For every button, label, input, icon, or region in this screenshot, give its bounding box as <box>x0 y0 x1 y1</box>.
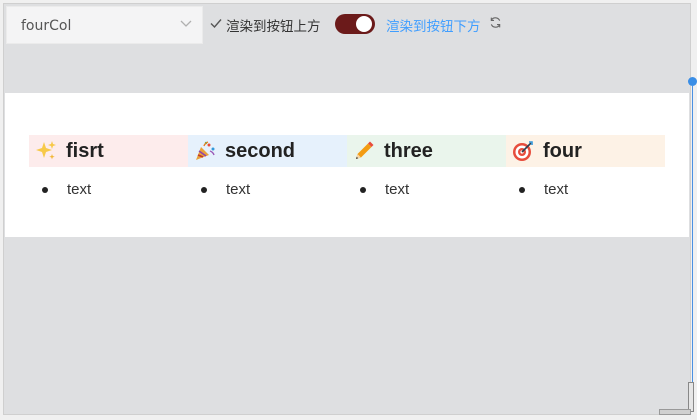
guide-line <box>692 86 693 386</box>
column-header: second <box>188 135 347 167</box>
column-list: text <box>347 181 506 198</box>
sparkles-icon <box>36 141 56 160</box>
columns-container: fisrt text second text three text four t… <box>29 135 665 198</box>
vertical-scrollbar[interactable] <box>688 382 694 412</box>
party-popper-icon <box>196 141 215 160</box>
check-icon <box>210 19 222 29</box>
four-column-panel: fisrt text second text three text four t… <box>5 93 689 237</box>
column-list: text <box>506 181 665 198</box>
column-list: text <box>29 181 188 198</box>
chevron-down-icon <box>180 20 192 27</box>
list-item: text <box>29 181 188 198</box>
render-position-toggle[interactable] <box>335 14 375 34</box>
target-icon <box>513 141 533 161</box>
column-first: fisrt text <box>29 135 188 198</box>
layout-select-value: fourCol <box>21 18 72 34</box>
column-header: three <box>347 135 506 167</box>
column-second: second text <box>188 135 347 198</box>
resize-handle-dot[interactable] <box>688 77 697 86</box>
list-item: text <box>188 181 347 198</box>
column-title: three <box>384 139 433 162</box>
column-title: second <box>225 139 296 162</box>
column-header: fisrt <box>29 135 188 167</box>
render-above-option[interactable]: 渲染到按钮上方 <box>226 15 321 35</box>
column-title: fisrt <box>66 139 104 162</box>
column-list: text <box>188 181 347 198</box>
list-item: text <box>506 181 665 198</box>
horizontal-scrollbar[interactable] <box>659 409 691 415</box>
toggle-knob <box>356 16 372 32</box>
column-fourth: four text <box>506 135 665 198</box>
render-below-option[interactable]: 渲染到按钮下方 <box>386 15 481 35</box>
pencil-icon <box>356 141 374 159</box>
column-header: four <box>506 135 665 167</box>
refresh-icon[interactable] <box>489 16 502 29</box>
column-title: four <box>543 139 582 162</box>
layout-select[interactable]: fourCol <box>6 6 203 44</box>
app-canvas: fourCol 渲染到按钮上方 渲染到按钮下方 fisrt text secon… <box>3 3 691 415</box>
toolbar: fourCol 渲染到按钮上方 渲染到按钮下方 <box>4 4 690 46</box>
column-third: three text <box>347 135 506 198</box>
list-item: text <box>347 181 506 198</box>
